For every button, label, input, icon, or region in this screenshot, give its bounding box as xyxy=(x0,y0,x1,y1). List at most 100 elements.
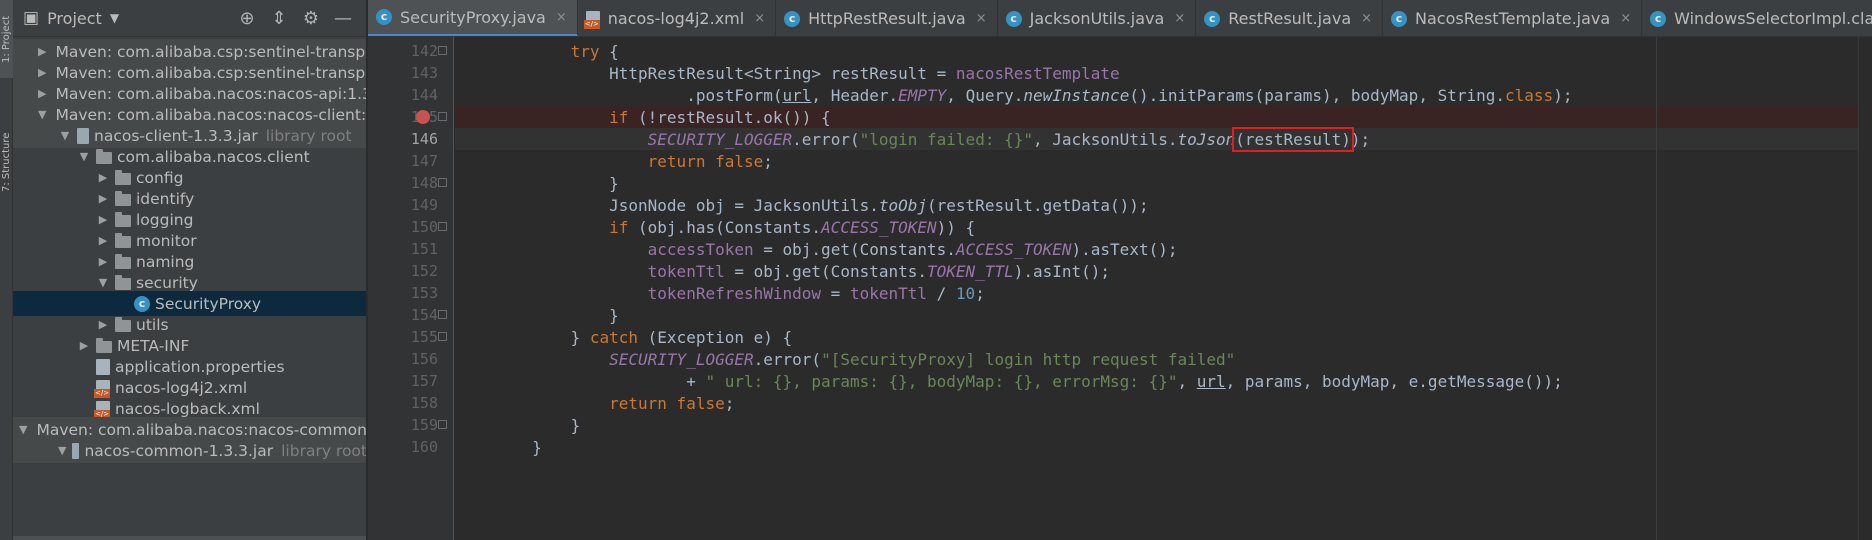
fold-marker-icon[interactable] xyxy=(438,332,447,341)
code-token: "[SecurityProxy] login http request fail… xyxy=(821,349,1236,369)
collapsed-arrow-icon[interactable]: ▶ xyxy=(76,339,92,352)
line-number[interactable]: 153 xyxy=(368,282,454,304)
tree-item[interactable]: ▼ nacos-common-1.3.3.jar library root xyxy=(13,438,366,463)
code-editor[interactable]: 1421431441451461471481491501511521531541… xyxy=(368,37,1872,540)
error-stripe[interactable] xyxy=(1858,37,1872,540)
code-line[interactable]: } catch (Exception e) { xyxy=(455,326,1872,348)
collapsed-arrow-icon[interactable]: ▶ xyxy=(95,171,111,184)
line-number[interactable]: 147 xyxy=(368,150,454,172)
project-title[interactable]: Project xyxy=(47,9,102,28)
editor-tab[interactable]: c NacosRestTemplate.java × xyxy=(1383,0,1643,36)
collapsed-arrow-icon[interactable]: ▶ xyxy=(38,66,46,79)
expanded-arrow-icon[interactable]: ▼ xyxy=(38,108,46,121)
expanded-arrow-icon[interactable]: ▼ xyxy=(76,150,92,163)
line-number[interactable]: 143 xyxy=(368,62,454,84)
fold-marker-icon[interactable] xyxy=(438,310,447,319)
code-area[interactable]: try { HttpRestResult<String> restResult … xyxy=(455,37,1872,540)
code-token: { xyxy=(599,41,619,61)
code-line[interactable]: accessToken = obj.get(Constants. ACCESS_T… xyxy=(455,238,1872,260)
code-line[interactable]: if (obj.has(Constants. ACCESS_TOKEN)) { xyxy=(455,216,1872,238)
structure-tool-tab[interactable]: 7: Structure xyxy=(0,112,13,212)
code-token: , Query. xyxy=(946,85,1024,105)
code-token: )) { xyxy=(936,217,976,237)
code-line[interactable]: SECURITY_LOGGER .error("login failed: {}"… xyxy=(455,126,1872,152)
code-line[interactable]: } xyxy=(455,436,1872,458)
expanded-arrow-icon[interactable]: ▼ xyxy=(95,276,111,289)
xml-icon xyxy=(583,10,600,29)
editor-gutter[interactable]: 1421431441451461471481491501511521531541… xyxy=(368,37,454,540)
expanded-arrow-icon[interactable]: ▼ xyxy=(57,444,68,457)
code-line[interactable]: JsonNode obj = JacksonUtils. toObj (restRe… xyxy=(455,194,1872,216)
collapsed-arrow-icon[interactable]: ▶ xyxy=(95,234,111,247)
close-icon[interactable]: × xyxy=(754,11,765,26)
collapsed-arrow-icon[interactable]: ▶ xyxy=(95,255,111,268)
line-number[interactable]: 152 xyxy=(368,260,454,282)
code-line[interactable]: } xyxy=(455,414,1872,436)
line-number[interactable]: 156 xyxy=(368,348,454,370)
project-tool-tab[interactable]: 1: Project xyxy=(0,0,13,78)
code-line[interactable]: try { xyxy=(455,40,1872,62)
code-line[interactable]: HttpRestResult<String> restResult = naco… xyxy=(455,62,1872,84)
editor-tab[interactable]: cWindowsSelectorImpl.class× xyxy=(1642,0,1872,36)
close-icon[interactable]: × xyxy=(976,11,987,26)
collapsed-arrow-icon[interactable]: ▶ xyxy=(95,318,111,331)
locate-icon[interactable]: ⊕ xyxy=(231,8,263,29)
fold-marker-icon[interactable] xyxy=(438,420,447,429)
close-icon[interactable]: × xyxy=(556,10,567,25)
fold-marker-icon[interactable] xyxy=(438,46,447,55)
collapse-all-icon[interactable]: ⇕ xyxy=(263,8,295,29)
line-number[interactable]: 160 xyxy=(368,436,454,458)
line-number[interactable]: 157 xyxy=(368,370,454,392)
folder-icon xyxy=(115,169,131,185)
collapsed-arrow-icon[interactable]: ▶ xyxy=(38,87,46,100)
line-number[interactable]: 151 xyxy=(368,238,454,260)
fold-marker-icon[interactable] xyxy=(438,222,447,231)
code-line[interactable]: return false; xyxy=(455,150,1872,172)
fold-marker-icon[interactable] xyxy=(438,112,447,121)
chevron-down-icon[interactable]: ▼ xyxy=(110,11,119,25)
close-icon[interactable]: × xyxy=(1361,11,1372,26)
code-token: JsonNode obj = JacksonUtils. xyxy=(455,195,879,215)
folder-icon xyxy=(96,148,112,164)
horizontal-scrollbar[interactable] xyxy=(13,536,366,540)
code-line[interactable]: tokenRefreshWindow = tokenTtl / 10; xyxy=(455,282,1872,304)
code-line[interactable]: tokenTtl = obj.get(Constants. TOKEN_TTL).… xyxy=(455,260,1872,282)
close-icon[interactable]: × xyxy=(1174,11,1185,26)
editor-tab[interactable]: c RestResult.java × xyxy=(1196,0,1384,36)
editor-tab[interactable]: nacos-log4j2.xml × xyxy=(578,0,777,36)
code-line[interactable]: if (!restResult.ok()) { xyxy=(455,106,1872,128)
expanded-arrow-icon[interactable]: ▼ xyxy=(19,423,27,436)
code-line[interactable]: + " url: {}, params: {}, bodyMap: {}, er… xyxy=(455,370,1872,392)
line-number[interactable]: 149 xyxy=(368,194,454,216)
code-line[interactable]: return false; xyxy=(455,392,1872,414)
fold-marker-icon[interactable] xyxy=(438,178,447,187)
folder-icon xyxy=(96,337,112,353)
code-line[interactable]: SECURITY_LOGGER .error("[SecurityProxy] l… xyxy=(455,348,1872,370)
line-number[interactable]: 158 xyxy=(368,392,454,414)
collapsed-arrow-icon[interactable]: ▶ xyxy=(95,213,111,226)
code-token: return false xyxy=(609,393,725,413)
close-icon[interactable]: × xyxy=(1620,11,1631,26)
editor-tab[interactable]: c SecurityProxy.java × xyxy=(368,0,578,36)
collapsed-arrow-icon[interactable]: ▶ xyxy=(38,45,46,58)
code-token: ACCESS_TOKEN xyxy=(955,239,1072,259)
code-line[interactable]: } xyxy=(455,172,1872,194)
code-token: tokenTtl xyxy=(647,261,725,281)
editor-tab[interactable]: c JacksonUtils.java × xyxy=(998,0,1197,36)
expanded-arrow-icon[interactable]: ▼ xyxy=(57,129,73,142)
tree-item-label: application.properties xyxy=(115,357,285,376)
editor-tab[interactable]: c HttpRestResult.java × xyxy=(776,0,998,36)
gear-icon[interactable]: ⚙ xyxy=(295,8,327,29)
minimize-icon[interactable]: — xyxy=(327,8,359,29)
code-token: SECURITY_LOGGER xyxy=(609,349,754,369)
line-number[interactable]: 146 xyxy=(368,128,454,150)
breakpoint-icon[interactable] xyxy=(416,110,430,124)
tree-item-label: utils xyxy=(136,315,169,334)
collapsed-arrow-icon[interactable]: ▶ xyxy=(95,192,111,205)
line-number[interactable]: 144 xyxy=(368,84,454,106)
code-token: newInstance xyxy=(1023,85,1130,105)
code-line[interactable]: .postForm(url, Header. EMPTY, Query. newIn… xyxy=(455,84,1872,106)
code-line[interactable]: } xyxy=(455,304,1872,326)
